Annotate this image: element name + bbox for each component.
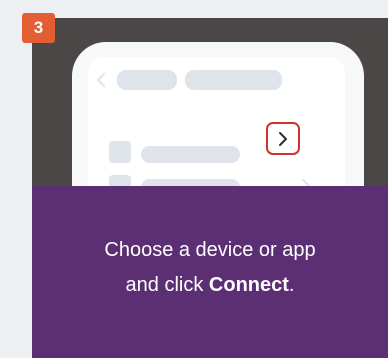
instruction-line-1: Choose a device or app — [104, 239, 316, 261]
header-placeholder — [117, 70, 177, 90]
list-item-text-placeholder — [141, 146, 240, 163]
chevron-right-icon — [279, 131, 287, 146]
chevron-left-icon — [97, 73, 105, 87]
instruction-line-2-prefix: and click — [125, 274, 209, 296]
connect-label: Connect — [208, 274, 289, 296]
instruction-line-2-suffix: . — [288, 274, 295, 296]
header-placeholder — [185, 70, 282, 90]
step-card: Choose a device or app and click Connect… — [32, 18, 388, 358]
instruction-text: Choose a device or app and click Connect… — [32, 233, 388, 303]
connect-chevron-button[interactable] — [266, 122, 300, 155]
instruction-line-2: and click Connect. — [32, 268, 388, 303]
step-badge: 3 — [22, 13, 55, 43]
instruction-panel: Choose a device or app and click Connect… — [32, 186, 388, 358]
list-item-icon-placeholder — [109, 141, 131, 163]
